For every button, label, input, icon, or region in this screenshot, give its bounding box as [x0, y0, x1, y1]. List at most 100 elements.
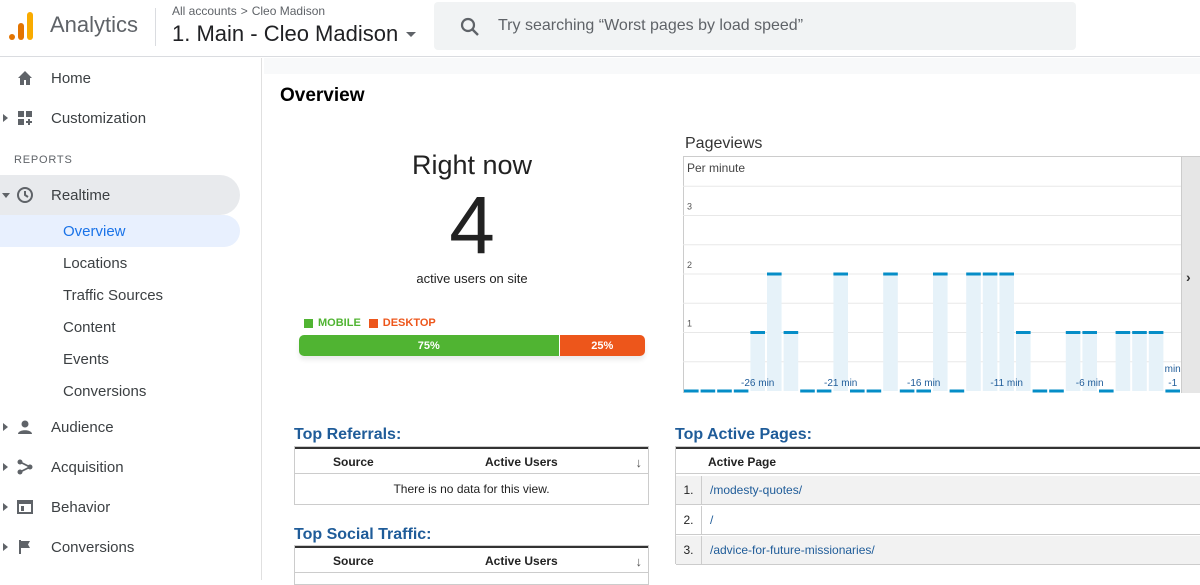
sidebar-item-acquisition[interactable]: Acquisition [0, 447, 240, 487]
page-link[interactable]: /advice-for-future-missionaries/ [710, 536, 875, 565]
page-link[interactable]: /modesty-quotes/ [710, 476, 802, 505]
bar [1132, 332, 1147, 391]
bar-cap [850, 389, 865, 393]
expand-arrow-icon[interactable] [3, 423, 8, 431]
x-tick-label: -16 min [907, 378, 940, 389]
y-tick-label: 2 [687, 260, 692, 270]
sidebar-item-home[interactable]: Home [0, 58, 240, 98]
top-active-pages-table: Active Page 1. /modesty-quotes/ 2. / 3. … [675, 446, 1200, 565]
sidebar-subitem-events[interactable]: Events [0, 343, 240, 375]
bar-cap [999, 272, 1014, 276]
bar [1148, 332, 1164, 391]
flag-icon [19, 540, 30, 554]
expand-arrow-icon[interactable] [3, 114, 8, 122]
reports-section-header: REPORTS [14, 154, 73, 166]
legend-item-mobile: MOBILE [304, 317, 361, 329]
bar [783, 332, 799, 391]
breadcrumb-separator: > [240, 4, 248, 18]
device-split-bar: 75% 25% [299, 335, 645, 356]
sidebar-subitem-content[interactable]: Content [0, 311, 240, 343]
breadcrumb-root[interactable]: All accounts [172, 4, 237, 18]
legend-label: MOBILE [318, 317, 361, 329]
home-icon [18, 71, 32, 85]
bar-cap [1165, 389, 1180, 393]
sidebar-subitem-traffic-sources[interactable]: Traffic Sources [0, 279, 240, 311]
person-icon [18, 420, 32, 434]
sidebar-item-label: Customization [51, 109, 147, 127]
bar-cap [1082, 331, 1097, 334]
column-header-active-users[interactable]: Active Users [485, 554, 558, 568]
acquisition-icon [17, 459, 33, 475]
sidebar-item-customization[interactable]: Customization [0, 98, 240, 138]
bar [966, 274, 981, 391]
sidebar: Home Customization REPORTS Realtime Over… [0, 58, 262, 580]
legend-label: DESKTOP [382, 317, 436, 329]
clock-icon [17, 187, 33, 203]
legend-item-desktop: DESKTOP [368, 317, 436, 329]
sidebar-item-label: Home [51, 69, 92, 87]
top-header: Analytics All accounts > Cleo Madison 1. M… [0, 0, 1200, 57]
column-header-source[interactable]: Source [333, 455, 374, 469]
sidebar-item-behavior[interactable]: Behavior [0, 487, 240, 527]
sidebar-item-conversions[interactable]: Conversions [0, 527, 240, 567]
expand-arrow-icon[interactable] [3, 543, 8, 551]
column-header-source[interactable]: Source [333, 554, 374, 568]
sidebar-subitem-label: Traffic Sources [63, 286, 164, 304]
breadcrumb[interactable]: All accounts > Cleo Madison [172, 4, 325, 18]
bar-cap [733, 389, 749, 393]
empty-state-text: There is no data for this view. [393, 482, 550, 496]
x-tick-label: min [1165, 364, 1181, 375]
breadcrumb-account[interactable]: Cleo Madison [252, 4, 325, 18]
sidebar-item-label: Conversions [51, 538, 135, 556]
search-icon [460, 17, 479, 36]
search-input[interactable]: Try searching “Worst pages by load speed… [498, 17, 803, 35]
bar-cap [717, 389, 732, 393]
sidebar-subitem-label: Overview [63, 222, 126, 240]
search-bar[interactable]: Try searching “Worst pages by load speed… [434, 2, 1076, 50]
split-segment-mobile: 75% [299, 335, 559, 356]
active-users-label: active users on site [416, 271, 528, 286]
bar-cap [783, 331, 799, 334]
table-row: 2. / [676, 506, 1200, 535]
account-selector[interactable]: 1. Main - Cleo Madison [172, 21, 417, 47]
chart-next-button[interactable]: › [1181, 157, 1200, 393]
bar [883, 274, 898, 391]
x-tick-label: -26 min [741, 378, 774, 389]
page-link[interactable]: / [710, 506, 713, 535]
sort-down-icon[interactable]: ↓ [636, 455, 643, 470]
bar-cap [1099, 389, 1114, 393]
right-now-title: Right now [411, 150, 533, 180]
account-selector-label: 1. Main - Cleo Madison [172, 21, 399, 46]
behavior-icon [17, 500, 33, 514]
chevron-right-icon: › [1186, 269, 1191, 285]
active-users-count: 4 [449, 180, 495, 271]
legend-swatch [304, 318, 313, 328]
bar-cap [1016, 331, 1031, 334]
column-header-active-page[interactable]: Active Page [708, 455, 776, 469]
sidebar-subitem-overview[interactable]: Overview [0, 215, 240, 247]
sidebar-item-realtime[interactable]: Realtime [0, 175, 240, 215]
bar-cap [883, 272, 898, 276]
expand-arrow-icon[interactable] [3, 503, 8, 511]
analytics-logo-icon[interactable] [8, 11, 34, 41]
sidebar-item-label: Acquisition [51, 458, 124, 476]
column-header-active-users[interactable]: Active Users [485, 455, 558, 469]
sidebar-subitem-conversions[interactable]: Conversions [0, 375, 240, 407]
sidebar-subitem-label: Conversions [63, 382, 147, 400]
sidebar-subitem-locations[interactable]: Locations [0, 247, 240, 279]
bar-cap [966, 272, 981, 276]
sort-down-icon[interactable]: ↓ [636, 554, 643, 569]
top-social-title: Top Social Traffic: [294, 526, 432, 543]
sidebar-item-audience[interactable]: Audience [0, 407, 240, 447]
collapse-arrow-icon[interactable] [2, 192, 10, 198]
sidebar-item-label: Behavior [51, 498, 111, 516]
pageviews-title: Pageviews [685, 135, 763, 152]
expand-arrow-icon[interactable] [3, 463, 8, 471]
bar-cap [800, 389, 815, 393]
row-number: 1. [676, 476, 702, 505]
app-name: Analytics [50, 12, 139, 37]
table-header: Active Page [676, 447, 1200, 474]
bar-cap [750, 331, 765, 334]
bar [982, 274, 998, 391]
bar-cap [1049, 389, 1064, 393]
